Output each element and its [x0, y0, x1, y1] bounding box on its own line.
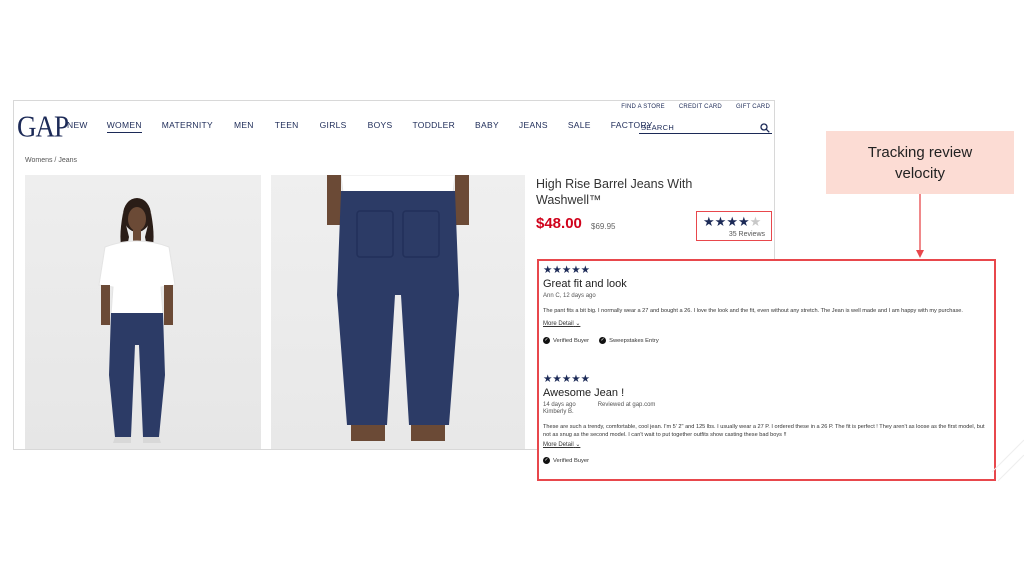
badge-label: Verified Buyer — [553, 457, 590, 464]
review-stars: ★★★★★ — [543, 373, 591, 385]
review-stars: ★★★★★ — [543, 264, 591, 276]
sale-price: $48.00 — [536, 215, 582, 232]
check-circle-icon: ✓ — [543, 457, 550, 464]
star-icon: ★ — [737, 214, 750, 229]
nav-sale[interactable]: SALE — [568, 120, 591, 133]
nav-women[interactable]: WOMEN — [106, 120, 142, 133]
product-title: High Rise Barrel Jeans With Washwell™ — [536, 177, 693, 207]
badge-label: Sweepstakes Entry — [609, 337, 659, 344]
review-badges: ✓ Verified Buyer ✓ Sweepstakes Entry — [543, 337, 991, 344]
verified-buyer-badge: ✓ Verified Buyer — [543, 457, 589, 464]
credit-card-link[interactable]: CREDIT CARD — [679, 104, 722, 110]
review-meta: Ann C, 12 days ago — [543, 293, 596, 299]
star-icon: ★ — [703, 214, 715, 229]
review-body: These are such a trendy, comfortable, co… — [543, 424, 985, 438]
more-detail-link[interactable]: More Detail ⌄ — [543, 320, 991, 327]
original-price: $69.95 — [591, 222, 616, 231]
main-nav: NEW WOMEN MATERNITY MEN TEEN GIRLS BOYS … — [67, 120, 653, 133]
nav-toddler[interactable]: TODDLER — [412, 120, 455, 133]
arrow-down-icon — [916, 194, 924, 258]
nav-boys[interactable]: BOYS — [368, 120, 393, 133]
find-a-store-link[interactable]: FIND A STORE — [621, 104, 665, 110]
more-detail-link[interactable]: More Detail ⌄ — [543, 441, 991, 448]
nav-baby[interactable]: BABY — [475, 120, 499, 133]
review-title: Awesome Jean ! — [543, 387, 625, 399]
gift-card-link[interactable]: GIFT CARD — [736, 104, 770, 110]
nav-girls[interactable]: GIRLS — [320, 120, 347, 133]
search-input[interactable] — [639, 120, 753, 135]
review-date: 14 days ago — [543, 402, 576, 408]
nav-maternity[interactable]: MATERNITY — [162, 120, 213, 133]
reviews-count[interactable]: 35 Reviews — [729, 231, 765, 238]
annotation-text: Tracking review velocity — [867, 143, 973, 182]
star-icon: ★ — [726, 214, 738, 229]
review-title: Great fit and look — [543, 278, 627, 290]
rating-stars: ★★★★★ — [703, 214, 761, 230]
review-author: Kimberly B. — [543, 409, 574, 415]
chevron-down-icon[interactable]: ⌄ — [575, 442, 580, 448]
breadcrumb[interactable]: Womens / Jeans — [25, 157, 77, 164]
badge-label: Verified Buyer — [553, 337, 590, 344]
reviewed-at: Reviewed at gap.com — [597, 402, 656, 408]
review-card: ★★★★★ Great fit and look Ann C, 12 days … — [543, 265, 991, 344]
more-detail-label[interactable]: More Detail — [543, 321, 574, 327]
nav-teen[interactable]: TEEN — [275, 120, 299, 133]
review-card: ★★★★★ Awesome Jean ! 14 days ago Reviewed… — [543, 374, 991, 464]
review-badges: ✓ Verified Buyer — [543, 457, 991, 464]
sweepstakes-badge: ✓ Sweepstakes Entry — [599, 337, 659, 344]
reviews-highlight-box: ★★★★★ Great fit and look Ann C, 12 days … — [537, 259, 996, 481]
verified-buyer-badge: ✓ Verified Buyer — [543, 337, 589, 344]
star-icon: ★ — [714, 214, 727, 229]
decorative-lines — [991, 439, 1024, 482]
nav-men[interactable]: MEN — [234, 120, 254, 133]
more-detail-label[interactable]: More Detail — [543, 442, 574, 448]
search-box — [639, 117, 772, 135]
chevron-down-icon[interactable]: ⌄ — [575, 321, 580, 327]
product-photo-back[interactable] — [271, 174, 525, 449]
review-meta: 14 days ago Reviewed at gap.com — [543, 402, 991, 408]
gap-logo[interactable]: GAP — [17, 109, 69, 145]
star-empty-icon: ★ — [749, 214, 762, 229]
search-icon[interactable] — [760, 120, 770, 138]
nav-jeans[interactable]: JEANS — [519, 120, 548, 133]
check-circle-icon: ✓ — [543, 337, 550, 344]
rating-summary[interactable]: ★★★★★ 35 Reviews — [696, 211, 772, 241]
nav-new[interactable]: NEW — [67, 120, 88, 133]
utility-links: FIND A STORE CREDIT CARD GIFT CARD — [621, 104, 770, 110]
review-body: The pant fits a bit big. I normally wear… — [543, 308, 963, 314]
product-photo-front[interactable] — [25, 175, 261, 449]
check-circle-icon: ✓ — [599, 337, 607, 344]
